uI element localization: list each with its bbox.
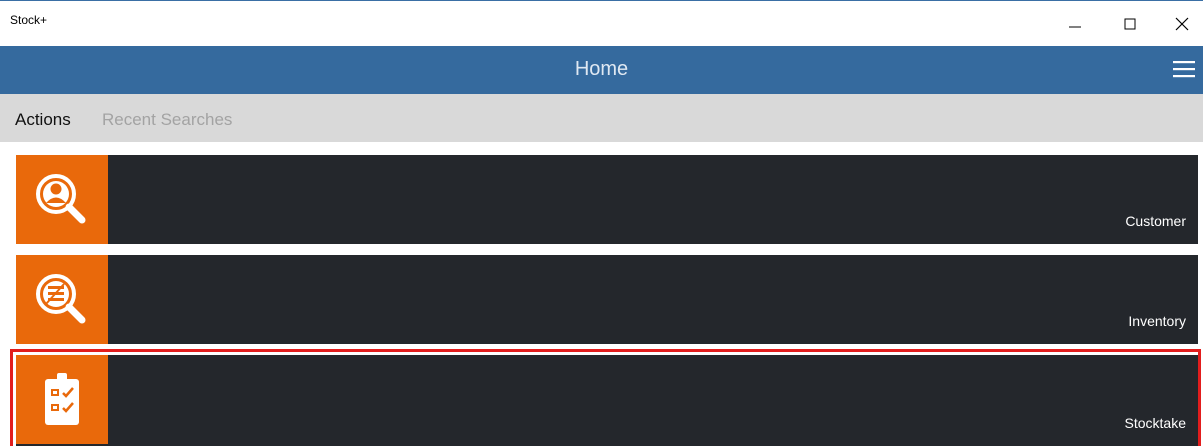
inventory-icon-box — [16, 255, 108, 344]
close-button[interactable] — [1171, 15, 1193, 33]
inventory-label: Inventory — [1128, 313, 1186, 329]
window-title: Stock+ — [10, 13, 48, 27]
customer-label: Customer — [1125, 213, 1186, 229]
maximize-button[interactable] — [1119, 15, 1141, 33]
minimize-icon — [1069, 26, 1081, 28]
close-icon — [1175, 17, 1189, 31]
minimize-button[interactable] — [1064, 15, 1086, 33]
maximize-icon — [1124, 18, 1136, 30]
window-titlebar: Stock+ — [0, 0, 1203, 46]
customer-tile[interactable]: Customer — [16, 155, 1198, 244]
stocktake-icon-box — [16, 355, 108, 444]
tab-bar: Actions Recent Searches — [0, 94, 1203, 142]
customer-search-icon — [36, 173, 86, 223]
app-header: Home — [0, 46, 1203, 94]
page-title: Home — [574, 58, 629, 80]
inventory-search-icon — [36, 273, 86, 323]
customer-icon-box — [16, 155, 108, 244]
inventory-tile[interactable]: Inventory — [16, 255, 1198, 344]
stocktake-tile[interactable]: Stocktake — [16, 355, 1198, 446]
menu-button[interactable] — [1172, 59, 1196, 79]
tab-recent-searches[interactable]: Recent Searches — [102, 110, 232, 130]
hamburger-menu-icon — [1173, 61, 1195, 78]
stocktake-label: Stocktake — [1124, 415, 1186, 431]
clipboard-checklist-icon — [45, 372, 79, 425]
tab-actions[interactable]: Actions — [15, 110, 71, 130]
